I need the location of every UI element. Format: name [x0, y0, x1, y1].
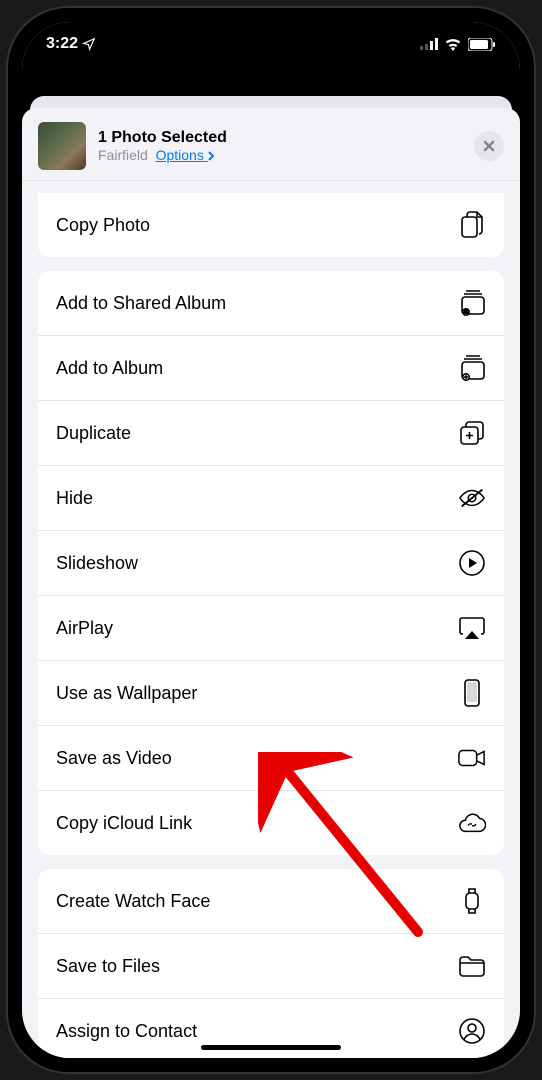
action-groups: Copy Photo Add to Shared Album: [22, 193, 520, 1058]
copy-doc-icon: [458, 211, 486, 239]
action-group: Create Watch Face Save to Files: [38, 869, 504, 1058]
row-hide[interactable]: Hide: [38, 466, 504, 531]
phone-screen: 3:22: [22, 22, 520, 1058]
phone-frame: 3:22: [8, 8, 534, 1072]
duplicate-icon: [458, 419, 486, 447]
row-add-shared-album[interactable]: Add to Shared Album: [38, 271, 504, 336]
sheet-header: 1 Photo Selected Fairfield Options: [22, 108, 520, 181]
row-label: Copy iCloud Link: [56, 813, 458, 834]
share-sheet: 1 Photo Selected Fairfield Options Copy …: [22, 108, 520, 1058]
row-label: Create Watch Face: [56, 891, 458, 912]
row-label: Assign to Contact: [56, 1021, 458, 1042]
row-label: Save to Files: [56, 956, 458, 977]
row-label: Slideshow: [56, 553, 458, 574]
row-label: Copy Photo: [56, 215, 458, 236]
row-use-wallpaper[interactable]: Use as Wallpaper: [38, 661, 504, 726]
action-group: Add to Shared Album Add to Album: [38, 271, 504, 855]
row-label: Duplicate: [56, 423, 458, 444]
photo-thumbnail[interactable]: [38, 122, 86, 170]
cellular-icon: [420, 38, 438, 50]
row-label: Add to Shared Album: [56, 293, 458, 314]
row-label: Add to Album: [56, 358, 458, 379]
notch: [171, 22, 371, 50]
close-button[interactable]: [474, 131, 504, 161]
watch-icon: [458, 887, 486, 915]
phone-icon: [458, 679, 486, 707]
row-label: Use as Wallpaper: [56, 683, 458, 704]
row-add-album[interactable]: Add to Album: [38, 336, 504, 401]
hide-icon: [458, 484, 486, 512]
folder-icon: [458, 952, 486, 980]
add-album-icon: [458, 354, 486, 382]
cloud-link-icon: [458, 809, 486, 837]
shared-album-icon: [458, 289, 486, 317]
row-slideshow[interactable]: Slideshow: [38, 531, 504, 596]
row-label: Hide: [56, 488, 458, 509]
row-copy-icloud[interactable]: Copy iCloud Link: [38, 791, 504, 855]
wifi-icon: [444, 38, 462, 51]
row-label: Save as Video: [56, 748, 458, 769]
play-icon: [458, 549, 486, 577]
location-arrow-icon: [82, 37, 96, 51]
row-duplicate[interactable]: Duplicate: [38, 401, 504, 466]
contact-icon: [458, 1017, 486, 1045]
content-area: 1 Photo Selected Fairfield Options Copy …: [22, 66, 520, 1058]
sheet-subtitle: Fairfield Options: [98, 147, 462, 163]
airplay-icon: [458, 614, 486, 642]
status-time: 3:22: [46, 35, 78, 53]
video-icon: [458, 744, 486, 772]
battery-icon: [468, 38, 496, 51]
location-label: Fairfield: [98, 147, 148, 163]
home-indicator[interactable]: [201, 1045, 341, 1050]
options-link[interactable]: Options: [156, 147, 215, 163]
sheet-title: 1 Photo Selected: [98, 129, 462, 147]
row-copy-photo[interactable]: Copy Photo: [38, 193, 504, 257]
row-save-files[interactable]: Save to Files: [38, 934, 504, 999]
row-save-video[interactable]: Save as Video: [38, 726, 504, 791]
row-airplay[interactable]: AirPlay: [38, 596, 504, 661]
row-label: AirPlay: [56, 618, 458, 639]
action-group: Copy Photo: [38, 193, 504, 257]
row-create-watch-face[interactable]: Create Watch Face: [38, 869, 504, 934]
